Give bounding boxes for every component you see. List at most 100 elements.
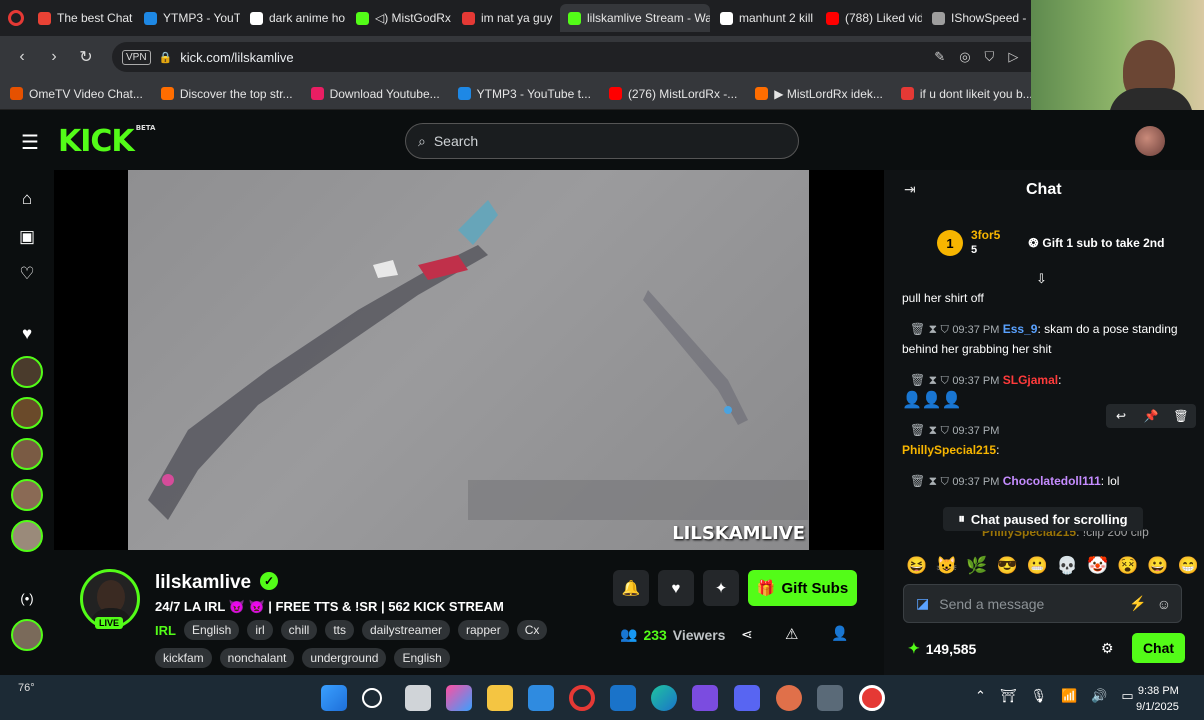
chat-username[interactable]: PhillySpecial215 (902, 443, 996, 457)
store-icon[interactable] (528, 685, 554, 711)
copilot-icon[interactable] (446, 685, 472, 711)
follow-heart-button[interactable]: ♥ (658, 570, 694, 606)
weather-widget[interactable]: 76° (18, 682, 35, 694)
emote-icon[interactable]: 😺 (936, 556, 957, 576)
gift-subs-button[interactable]: 🎁 Gift Subs (748, 570, 857, 606)
pinned-username[interactable]: 3for5 (971, 228, 1000, 243)
task-view-icon[interactable] (405, 685, 431, 711)
start-menu-icon[interactable] (321, 685, 347, 711)
emote-picker-icon[interactable]: ⚡ (1129, 595, 1146, 612)
emote-icon[interactable]: 🌿 (966, 556, 987, 576)
vpn-badge[interactable]: VPN (122, 49, 151, 65)
emote-icon[interactable]: 😵 (1117, 556, 1138, 576)
bookmark-item[interactable]: Download Youtube... (310, 87, 440, 101)
stream-tag[interactable]: chill (280, 620, 318, 640)
stream-tag[interactable]: dailystreamer (361, 620, 451, 640)
followed-channel-avatar[interactable] (11, 397, 43, 429)
mod-tools-icons[interactable]: 🗑 ⧗ ⛉ (910, 373, 949, 387)
bookmark-item[interactable]: YTMP3 - YouTube t... (457, 87, 591, 101)
stream-tag[interactable]: nonchalant (219, 648, 295, 668)
expand-pinned-icon[interactable]: ⇩ (1036, 271, 1047, 287)
mod-tools-icons[interactable]: 🗑 ⧗ ⛉ (910, 423, 949, 437)
stream-tag[interactable]: irl (247, 620, 273, 640)
browser-tab[interactable]: IShowSpeed - (924, 4, 1028, 32)
report-icon[interactable]: ⚠ (785, 625, 798, 643)
chat-username[interactable]: SLGjamal (1003, 373, 1058, 387)
stream-tag[interactable]: tts (325, 620, 354, 640)
followed-heart-icon[interactable]: ♥ (14, 321, 40, 347)
taskbar-clock[interactable]: 9:38 PM 9/1/2025 (1136, 683, 1179, 715)
stream-tag[interactable]: Cx (516, 620, 548, 640)
volume-icon[interactable]: 🔊 (1091, 688, 1107, 704)
category-link[interactable]: IRL (155, 623, 176, 638)
bookmark-item[interactable]: OmeTV Video Chat... (10, 87, 143, 101)
back-icon[interactable]: ‹ (8, 43, 36, 71)
emote-icon[interactable]: 😁 (1178, 556, 1199, 576)
chat-settings-icon[interactable]: ⚙ (1101, 640, 1114, 657)
address-bar[interactable]: VPN 🔒 kick.com/lilskamlive ✎ ◎ ⛉ ▷ ♥ ⤓ ☰… (112, 42, 1124, 72)
video-frame[interactable]: LILSKAMLIVE (128, 170, 809, 550)
browser-tab[interactable]: (788) Liked vid (818, 4, 922, 32)
microphone-icon[interactable]: 🎙 (1030, 688, 1047, 704)
search-input[interactable]: ⌕ Search (405, 123, 799, 159)
followed-channel-avatar[interactable] (11, 356, 43, 388)
emote-icon[interactable]: 😎 (997, 556, 1018, 576)
share-icon[interactable]: ⋖ (741, 626, 753, 643)
system-tray[interactable]: ⌃ ⛩ 🎙 📶 🔊 ▭ (975, 688, 1134, 704)
emote-icon[interactable]: 😆 (906, 556, 927, 576)
bookmark-item[interactable]: ▶ MistLordRx idek... (755, 87, 883, 101)
stream-tag[interactable]: underground (302, 648, 387, 668)
browse-icon[interactable]: ▣ (14, 224, 40, 250)
edit-icon[interactable]: ✎ (934, 49, 945, 65)
camera-app-icon[interactable] (817, 685, 843, 711)
sparkle-button[interactable]: ✦ (703, 570, 739, 606)
wifi-icon[interactable]: 📶 (1061, 688, 1077, 704)
app-icon[interactable] (776, 685, 802, 711)
home-icon[interactable]: ⌂ (14, 186, 40, 212)
stream-tag[interactable]: kickfam (155, 648, 212, 668)
forward-icon[interactable]: › (40, 43, 68, 71)
file-explorer-icon[interactable] (487, 685, 513, 711)
bookmark-item[interactable]: (276) MistLordRx -... (608, 87, 737, 101)
followed-channel-avatar[interactable] (11, 619, 43, 651)
browser-tab[interactable]: im nat ya guy (454, 4, 558, 32)
clipchamp-icon[interactable] (692, 685, 718, 711)
stream-tag[interactable]: rapper (458, 620, 509, 640)
browser-tab[interactable]: lilskamlive Stream - Watc (560, 4, 710, 32)
opera-logo-icon[interactable] (8, 10, 24, 26)
shield-icon[interactable]: ⛉ (985, 49, 995, 65)
discord-icon[interactable] (734, 685, 760, 711)
emote-icon[interactable]: 🤡 (1087, 556, 1108, 576)
hamburger-menu-icon[interactable]: ☰ (21, 130, 39, 155)
user-avatar[interactable] (1135, 126, 1165, 156)
mod-tools-icons[interactable]: 🗑 ⧗ ⛉ (910, 322, 949, 336)
battery-icon[interactable]: ▭ (1121, 688, 1133, 704)
emote-icon[interactable]: 😬 (1027, 556, 1048, 576)
chat-username[interactable]: Chocolatedoll111 (1003, 474, 1101, 488)
bookmark-item[interactable]: Discover the top str... (160, 87, 293, 101)
bookmark-item[interactable]: if u dont likeit you b... (900, 87, 1033, 101)
channel-points[interactable]: ✦ 149,585 (908, 640, 976, 657)
stream-tag[interactable]: English (394, 648, 450, 668)
outlook-icon[interactable] (610, 685, 636, 711)
tray-chevron-icon[interactable]: ⌃ (975, 688, 986, 704)
user-settings-icon[interactable]: 👤 (831, 625, 848, 642)
browser-tab[interactable]: The best Chat (30, 4, 134, 32)
edge-icon[interactable] (651, 685, 677, 711)
kick-logo[interactable]: KICK BETA (58, 124, 155, 159)
browser-tab[interactable]: manhunt 2 kill (712, 4, 816, 32)
following-icon[interactable]: ♡ (14, 261, 40, 287)
emote-icon[interactable]: 💀 (1057, 556, 1078, 576)
channel-name[interactable]: lilskamlive (155, 572, 251, 594)
chat-username[interactable]: Ess_9 (1003, 322, 1038, 336)
chat-message-input[interactable]: ◪ Send a message ⚡ ☺ (903, 584, 1182, 623)
emote-icon[interactable]: 😀 (1147, 556, 1168, 576)
browser-tab[interactable]: YTMP3 - YouTu (136, 4, 240, 32)
notification-bell-button[interactable]: 🔔 (613, 570, 649, 606)
chat-paused-banner[interactable]: ⏸ Chat paused for scrolling (943, 507, 1143, 531)
tray-app-icon[interactable]: ⛩ (1000, 688, 1017, 704)
live-signal-icon[interactable]: (•) (14, 585, 40, 611)
collapse-chat-icon[interactable]: ⇥ (904, 181, 916, 198)
stream-tag[interactable]: English (183, 620, 240, 640)
emoji-icon[interactable]: ☺ (1157, 596, 1171, 612)
